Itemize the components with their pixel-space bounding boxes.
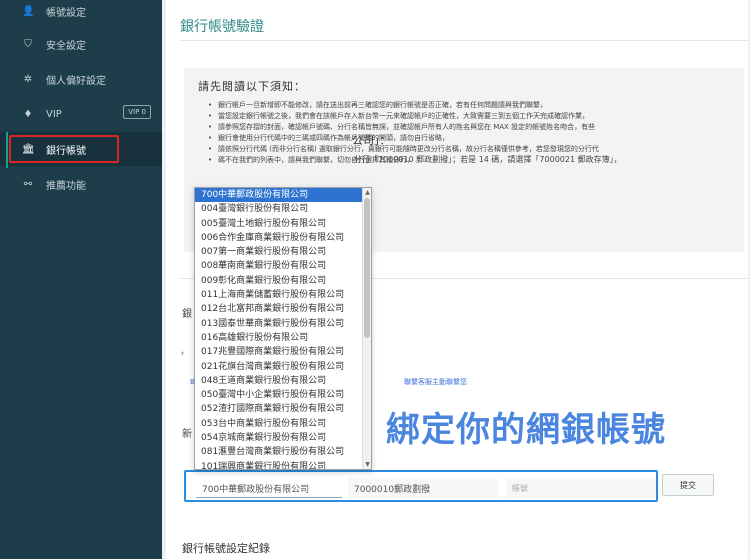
notice-item-continued: 銀行會使用分行代碼中的三碼或四碼作為帳戶號碼的開頭，請勿自行省略， [208,133,738,144]
dropdown-option[interactable]: 007第一商業銀行股份有限公司 [195,245,363,259]
notice-item: 請參照您存摺的封面，確認帳戶號碼、分行名稱皆無誤，並確認帳戶所有人的姓名與您在 … [208,122,738,133]
submit-button[interactable]: 提交 [662,474,714,496]
sidebar-item-label: VIP [46,108,62,120]
sidebar-item-label: 帳號設定 [46,7,86,19]
dropdown-option-selected[interactable]: 700中華郵政股份有限公司 [195,188,363,203]
sidebar-item-account-settings[interactable]: 👤 帳號設定 [0,0,162,28]
notice-item: 銀行帳戶一旦新增即不能修改，請在送出前再三確認您的銀行帳號是否正確，若有任何問題… [208,100,738,111]
history-title: 銀行帳號設定紀錄 [182,542,270,555]
dropdown-option[interactable]: 053台中商業銀行股份有限公司 [195,417,363,431]
sidebar-item-label: 推薦功能 [46,180,86,192]
dropdown-option[interactable]: 012台北富邦商業銀行股份有限公司 [195,302,363,316]
shield-icon: ⛉ [24,38,32,50]
section-label-partial: 銀 [182,309,192,320]
bank-account-form: 700中華郵政股份有限公司 7000010郵政劃撥 [184,470,658,502]
dropdown-option[interactable]: 021花旗台灣商業銀行股份有限公司 [195,360,363,374]
dropdown-option[interactable]: 081滙豐台灣商業銀行股份有限公司 [195,445,363,459]
notice-item: 當您設定銀行帳號之後，我們會在該帳戶存入新台幣一元來確認帳戶的正確性，大致需要三… [208,111,738,122]
dropdown-option[interactable]: 011上海商業儲蓄銀行股份有限公司 [195,288,363,302]
dropdown-option[interactable]: 050臺灣中小企業銀行股份有限公司 [195,388,363,402]
page-title: 銀行帳號驗證 [180,19,264,35]
dropdown-option[interactable]: 101瑞興商業銀行股份有限公司 [195,460,363,469]
dropdown-option[interactable]: 005臺灣土地銀行股份有限公司 [195,217,363,231]
scrollbar-thumb[interactable] [364,198,370,338]
dropdown-option[interactable]: 013國泰世華商業銀行股份有限公司 [195,317,363,331]
bank-example-text: 分行「7000010 郵政劃撥」；若是 14 碼，請選擇「7000021 郵政存… [354,155,622,164]
bank-dropdown-list[interactable]: 700中華郵政股份有限公司 004臺灣銀行股份有限公司 005臺灣土地銀行股份有… [194,187,372,470]
sidebar-item-referral[interactable]: ⚯ 推薦功能 [0,167,162,201]
notice-heading: 請先閱讀以下須知： [198,80,306,93]
dropdown-option[interactable]: 004臺灣銀行股份有限公司 [195,202,363,216]
sidebar-item-preferences[interactable]: ✲ 個人偏好設定 [0,62,162,96]
dropdown-scrollbar[interactable]: ▲ ▼ [362,188,371,469]
scroll-up-arrow-icon[interactable]: ▲ [364,189,371,196]
branch-select[interactable]: 7000010郵政劃撥 [348,478,498,498]
diamond-icon: ♦ [23,108,33,120]
dropdown-option[interactable]: 008華南商業銀行股份有限公司 [195,259,363,273]
active-indicator [6,132,8,168]
bank-question: 公司」： [352,134,391,147]
dropdown-option[interactable]: 048王道商業銀行股份有限公司 [195,374,363,388]
dropdown-option[interactable]: 054京城商業銀行股份有限公司 [195,431,363,445]
dropdown-option[interactable]: 006合作金庫商業銀行股份有限公司 [195,231,363,245]
account-number-input[interactable] [506,478,656,498]
sidebar-item-security-settings[interactable]: ⛉ 安全設定 [0,27,162,61]
sidebar-item-label: 個人偏好設定 [46,75,106,87]
scroll-down-arrow-icon[interactable]: ▼ [364,461,371,468]
highlight-box-red [9,135,119,163]
link-icon: ⚯ [23,178,33,190]
sidebar-item-vip[interactable]: ♦ VIP VIP 0 [0,97,162,131]
contact-support-link[interactable]: 聯繫客服主動聯繫您 [404,377,467,387]
add-account-label-partial: 新 [182,429,192,440]
vip-level-badge: VIP 0 [123,105,151,119]
dropdown-option[interactable]: 009彰化商業銀行股份有限公司 [195,274,363,288]
dropdown-options: 700中華郵政股份有限公司 004臺灣銀行股份有限公司 005臺灣土地銀行股份有… [195,188,363,469]
gear-icon: ✲ [23,73,33,85]
user-icon: 👤 [22,5,35,17]
sidebar: 👤 帳號設定 ⛉ 安全設定 ✲ 個人偏好設定 ♦ VIP VIP 0 🏛 銀行帳… [0,0,162,559]
dropdown-option[interactable]: 017兆豐國際商業銀行股份有限公司 [195,345,363,359]
dropdown-option[interactable]: 052渣打國際商業銀行股份有限公司 [195,402,363,416]
text-partial: ， [180,346,190,357]
divider [180,40,748,41]
watermark-caption: 綁定你的網銀帳號 [386,410,666,450]
dropdown-option[interactable]: 016高雄銀行股份有限公司 [195,331,363,345]
sidebar-item-label: 安全設定 [46,40,86,52]
bank-select[interactable]: 700中華郵政股份有限公司 [196,478,342,498]
